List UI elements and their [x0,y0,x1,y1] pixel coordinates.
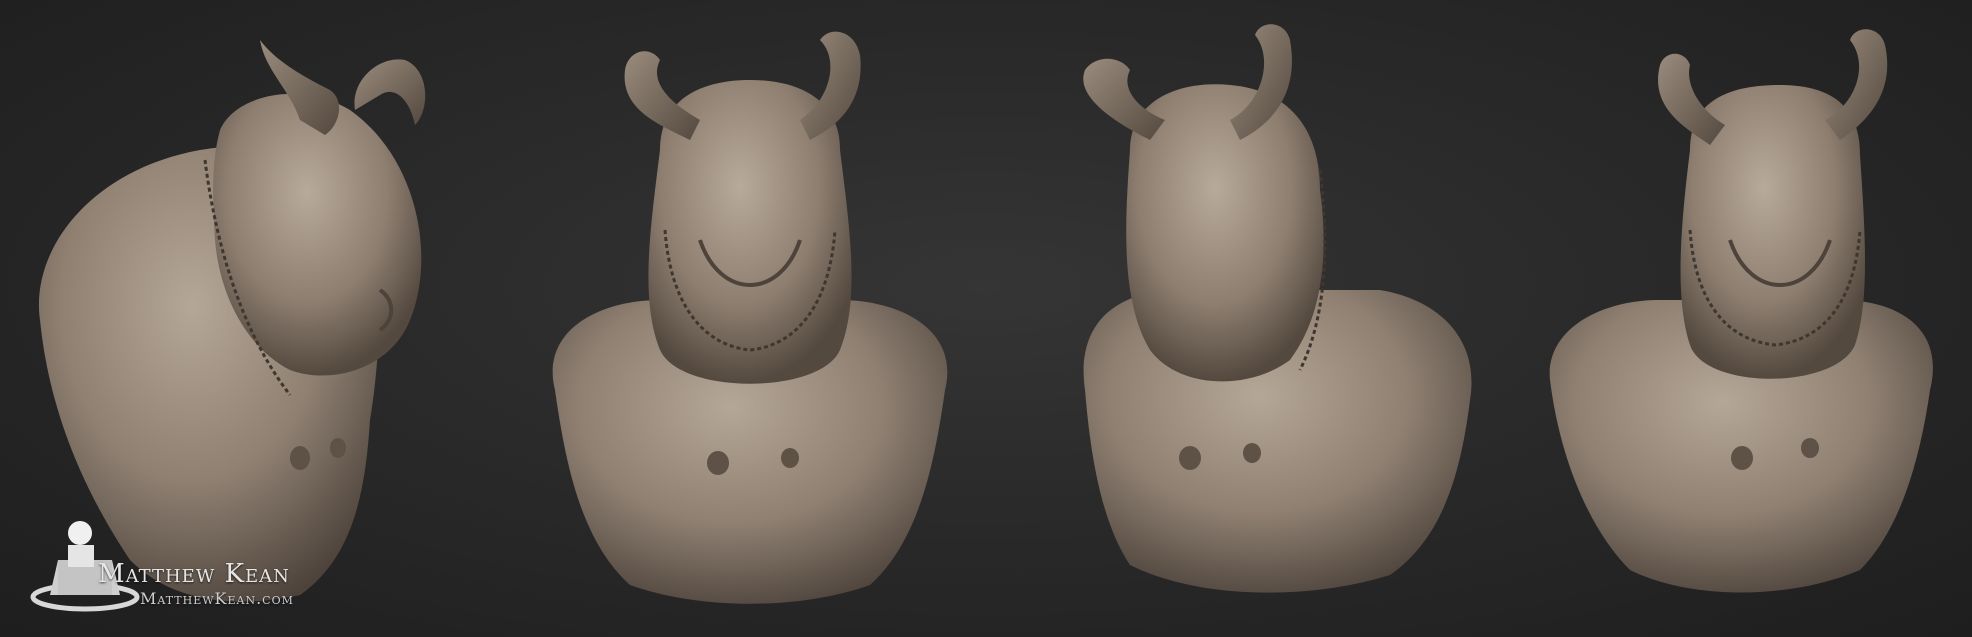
artist-url: MatthewKean.com [140,589,294,608]
bust-view-2 [552,31,948,604]
artist-name: Matthew Kean [98,559,290,589]
render-canvas: Matthew Kean MatthewKean.com [0,0,1972,637]
bust-view-3 [1083,24,1472,593]
bust-view-4 [1549,29,1933,593]
watermark: Matthew Kean MatthewKean.com [30,515,330,625]
